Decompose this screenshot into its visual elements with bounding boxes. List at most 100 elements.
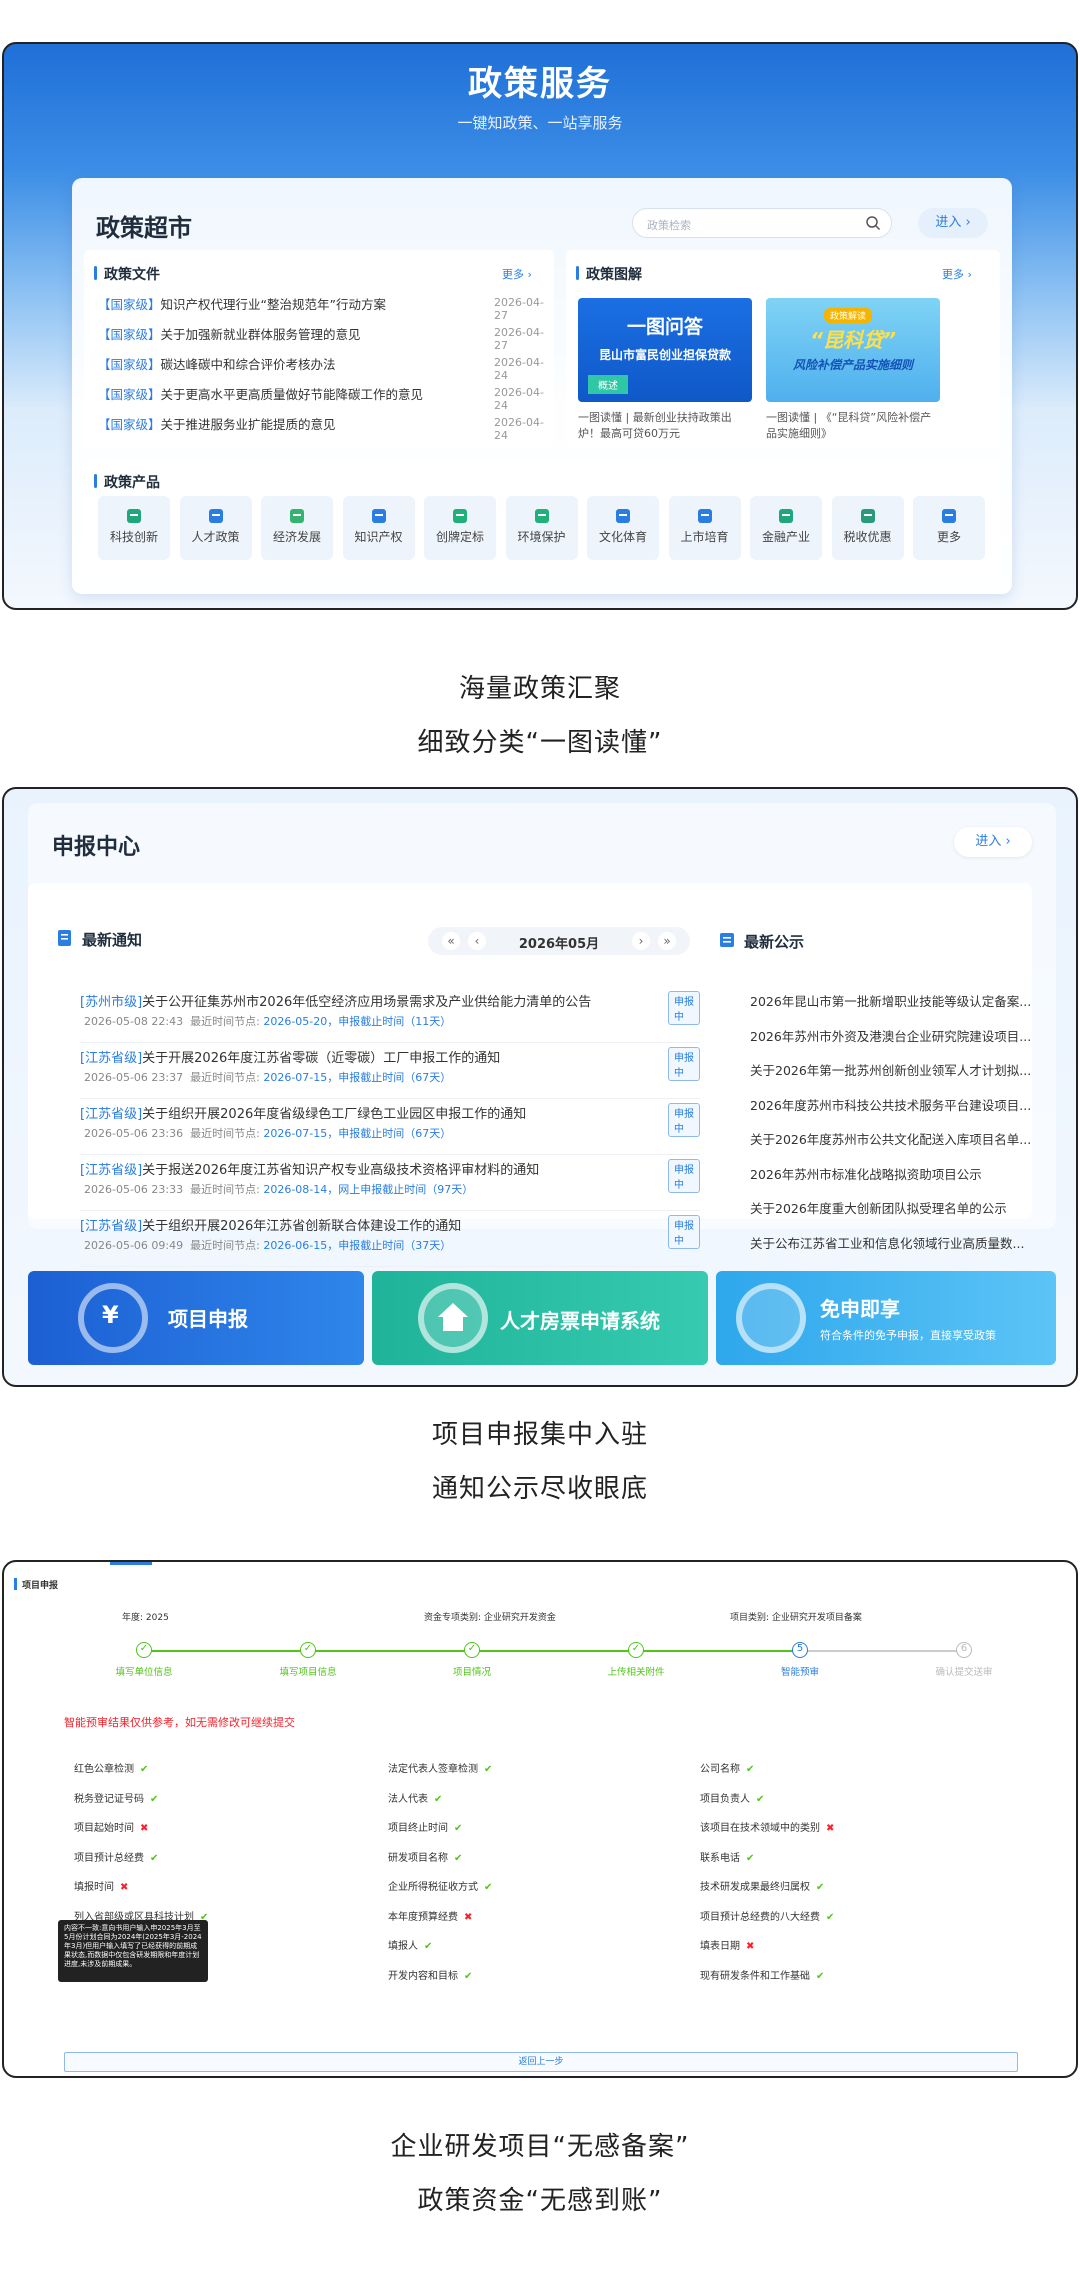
public-board-icon	[720, 933, 734, 947]
notice-meta: 2026-05-08 22:43 最近时间节点: 2026-05-20，申报截止…	[84, 1015, 452, 1028]
precheck-item: 填报时间 ✖	[74, 1878, 128, 1893]
precheck-label: 项目起始时间	[74, 1823, 134, 1834]
mismatch-tooltip: 内容不一致:意向书用户输入申2025年3月至5月份计划合同为2024年(2025…	[58, 1920, 208, 1982]
policy-docs-card: 政策文件 更多 › 【国家级】知识产权代理行业“整治规范年”行动方案 2026-…	[84, 250, 554, 448]
cross-icon: ✖	[746, 1941, 755, 1952]
more-icon	[942, 509, 956, 523]
step-label: 确认提交送审	[935, 1667, 993, 1678]
doc-item[interactable]: 【国家级】关于更高水平更高质量做好节能降碳工作的意见	[98, 384, 423, 403]
precheck-label: 研发项目名称	[388, 1852, 448, 1864]
doc-item[interactable]: 【国家级】碳达峰碳中和综合评价考核办法	[98, 354, 336, 373]
doc-item[interactable]: 【国家级】关于加强新就业群体服务管理的意见	[98, 324, 361, 343]
public-item[interactable]: 关于2026年度苏州市公共文化配送入库项目名单...	[750, 1129, 1031, 1148]
notice-meta: 2026-05-06 23:37 最近时间节点: 2026-07-15，申报截止…	[84, 1071, 452, 1084]
chart-icon	[290, 509, 304, 523]
precheck-label: 该项目在技术领域中的类别	[700, 1823, 820, 1834]
product-chart[interactable]: 经济发展	[261, 496, 333, 560]
step-marker: 6	[956, 1642, 972, 1658]
status-badge: 申报中	[668, 1215, 700, 1249]
public-header: 最新公示	[718, 931, 804, 952]
product-brand[interactable]: 创牌定标	[424, 496, 496, 560]
notice-row[interactable]: [江苏省级]关于组织开展2026年江苏省创新联合体建设工作的通知 2026-05-…	[80, 1211, 700, 1267]
product-more[interactable]: 更多	[913, 496, 985, 560]
public-item[interactable]: 关于2026年度重大创新团队拟受理名单的公示	[750, 1198, 1007, 1217]
market-title: 政策超市	[96, 214, 192, 242]
doc-item[interactable]: 【国家级】知识产权代理行业“整治规范年”行动方案	[98, 294, 386, 313]
next-year-button[interactable]: »	[658, 932, 676, 950]
back-button[interactable]: 返回上一步	[64, 2052, 1018, 2072]
public-item[interactable]: 2026年苏州市标准化战略拟资助项目公示	[750, 1164, 982, 1183]
graphic-caption[interactable]: 一图读懂 | 《“昆科贷”风险补偿产品实施细则》	[766, 410, 940, 442]
product-label: 创牌定标	[435, 530, 484, 544]
cross-icon: ✖	[826, 1823, 835, 1834]
year-label: 年度: 2025	[122, 1613, 169, 1623]
doc-date: 2026-04-27	[494, 326, 544, 352]
product-tax[interactable]: 税收优惠	[831, 496, 904, 560]
product-env[interactable]: 环境保护	[505, 496, 578, 560]
doc-item[interactable]: 【国家级】关于推进服务业扩能提质的意见	[98, 414, 336, 433]
caption-3b: 政策资金“无感到账”	[417, 2186, 663, 2216]
product-ip[interactable]: 知识产权	[342, 496, 415, 560]
docs-more-link[interactable]: 更多 ›	[502, 266, 532, 282]
precheck-item: 企业所得税征收方式 ✔	[388, 1878, 492, 1893]
check-icon: ✔	[756, 1793, 765, 1805]
project-declaration-banner[interactable]: ¥ 项目申报	[28, 1271, 364, 1365]
notice-row[interactable]: [苏州市级]关于公开征集苏州市2026年低空经济应用场景需求及产业供给能力清单的…	[80, 987, 700, 1043]
product-talent[interactable]: 人才政策	[179, 496, 252, 560]
exemption-banner[interactable]: 免申即享 符合条件的免予申报，直接享受政策	[716, 1271, 1056, 1365]
house-shape-icon	[438, 1303, 468, 1331]
public-title: 最新公示	[744, 933, 805, 951]
culture-icon	[616, 509, 630, 523]
market-enter-button[interactable]: 进入 ›	[918, 208, 988, 238]
public-item[interactable]: 2026年昆山市第一批新增职业技能等级认定备案...	[750, 991, 1031, 1010]
tax-icon	[860, 509, 875, 523]
product-tech[interactable]: 科技创新	[98, 496, 170, 560]
banner-title: 人才房票申请系统	[500, 1309, 660, 1333]
declaration-center-panel: 申报中心 进入 › 最新通知 « ‹ 2026年05月 › » 最新公示 [苏州…	[2, 787, 1078, 1387]
search-icon[interactable]	[865, 215, 881, 231]
public-item[interactable]: 关于公布江苏省工业和信息化领域行业高质量数...	[750, 1233, 1024, 1252]
graphic-thumbnail-loan[interactable]: 一图问答 昆山市富民创业担保贷款 概述	[578, 298, 752, 402]
notice-header: 最新通知	[56, 929, 142, 950]
product-label: 人才政策	[191, 530, 240, 544]
product-culture[interactable]: 文化体育	[587, 496, 659, 560]
section-header: 项目申报	[22, 1581, 59, 1591]
banner-title: 免申即享	[820, 1297, 900, 1321]
caption-2b: 通知公示尽收眼底	[431, 1474, 648, 1504]
precheck-label: 技术研发成果最终归属权	[700, 1882, 810, 1893]
notice-row[interactable]: [江苏省级]关于报送2026年度江苏省知识产权专业高级技术资格评审材料的通知 20…	[80, 1155, 700, 1211]
talent-housing-banner[interactable]: 人才房票申请系统	[372, 1271, 708, 1365]
graphic-thumbnail-kunkedai[interactable]: 政策解读 “昆科贷” 风险补偿产品实施细则	[766, 298, 940, 402]
public-item[interactable]: 2026年苏州市外资及港澳台企业研究院建设项目...	[750, 1026, 1031, 1045]
policy-market-card: 政策超市 政策检索 进入 › 政策文件 更多 › 【国家级】知识产权代理行业“整…	[72, 178, 1012, 594]
precheck-item: 技术研发成果最终归属权 ✔	[700, 1878, 824, 1893]
product-listing[interactable]: 上市培育	[668, 496, 741, 560]
product-finance[interactable]: 金融产业	[750, 496, 822, 560]
graphic-caption[interactable]: 一图读懂 | 最新创业扶持政策出炉！最高可贷60万元	[578, 410, 752, 442]
precheck-label: 填报人	[388, 1941, 418, 1952]
check-icon: ✔	[816, 1882, 825, 1893]
product-label: 税收优惠	[843, 530, 892, 544]
next-month-button[interactable]: ›	[632, 932, 650, 950]
precheck-label: 本年度预算经费	[388, 1911, 458, 1923]
tech-icon	[127, 509, 141, 523]
notice-row[interactable]: [江苏省级]关于开展2026年度江苏省零碳（近零碳）工厂申报工作的通知 2026-…	[80, 1043, 700, 1099]
precheck-label: 企业所得税征收方式	[388, 1882, 478, 1893]
notice-title: [苏州市级]关于公开征集苏州市2026年低空经济应用场景需求及产业供给能力清单的…	[80, 995, 592, 1010]
check-icon: ✔	[150, 1793, 159, 1805]
hero-subtitle: 一键知政策、一站享服务	[457, 114, 623, 132]
check-icon: ✔	[484, 1764, 493, 1775]
public-item[interactable]: 2026年度苏州市科技公共技术服务平台建设项目...	[750, 1095, 1031, 1114]
check-icon: ✔	[150, 1852, 159, 1864]
policy-search-input[interactable]: 政策检索	[632, 208, 892, 238]
precheck-label: 红色公章检测	[74, 1764, 134, 1775]
declaration-enter-button[interactable]: 进入 ›	[954, 827, 1032, 857]
public-item[interactable]: 关于2026年第一批苏州创新创业领军人才计划拟...	[750, 1060, 1031, 1079]
notice-row[interactable]: [江苏省级]关于组织开展2026年度省级绿色工厂绿色工业园区申报工作的通知 202…	[80, 1099, 700, 1155]
cross-icon: ✖	[120, 1882, 129, 1893]
step-marker: ✓	[464, 1642, 480, 1658]
cross-icon: ✖	[140, 1823, 149, 1834]
ip-icon	[371, 509, 386, 523]
policy-products-card: 政策产品 科技创新 人才政策 经济发展 知识产权 创牌定标 环境保护 文化体育 上市培育 金融产…	[84, 460, 1000, 578]
caption-1b: 细致分类“一图读懂”	[417, 728, 663, 758]
